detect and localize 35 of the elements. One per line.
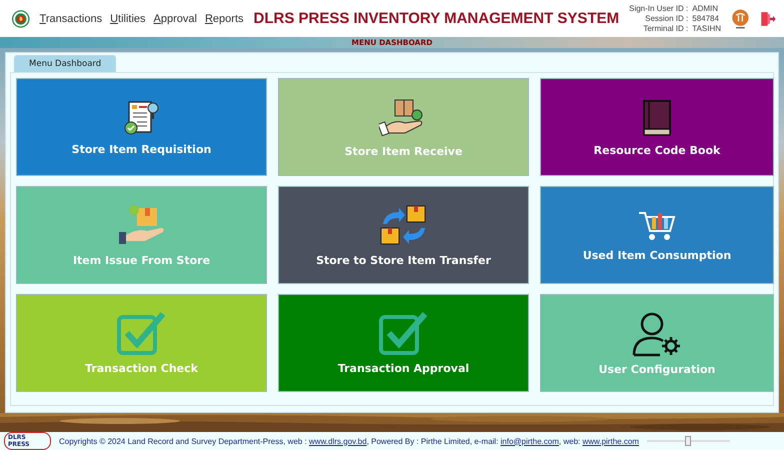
checkbox-icon <box>378 312 430 356</box>
menu-item[interactable]: Utilities <box>110 12 146 24</box>
tile-label: Transaction Check <box>85 362 198 374</box>
tile-label: Resource Code Book <box>594 144 720 156</box>
menu-tile[interactable]: Transaction Approval <box>278 294 529 392</box>
tile-label: Store to Store Item Transfer <box>316 254 491 266</box>
user-gear-icon <box>632 310 682 356</box>
session-value: ADMIN <box>692 4 720 14</box>
tile-label: User Configuration <box>598 362 716 376</box>
menu-item[interactable]: Approval <box>154 12 197 24</box>
session-label: Terminal ID : <box>642 24 688 34</box>
tile-label: Store Item Requisition <box>72 142 212 156</box>
tile-label: Transaction Approval <box>338 362 470 374</box>
app-title: DLRS PRESS INVENTORY MANAGEMENT SYSTEM <box>254 10 620 27</box>
session-label: Session ID : <box>644 14 688 24</box>
tile-label: Used Item Consumption <box>582 248 732 262</box>
session-value: 584784 <box>692 14 720 24</box>
session-value: TASIHN <box>692 24 721 34</box>
tile-label: Store Item Receive <box>344 144 462 158</box>
tab[interactable]: Menu Dashboard <box>14 55 116 72</box>
menu-tile[interactable]: Used Item Consumption <box>540 186 774 284</box>
document-icon <box>122 98 160 136</box>
tile-label: Item Issue From Store <box>72 254 210 266</box>
checkbox-icon <box>116 312 168 356</box>
footer-link[interactable]: info@pirthe.com <box>500 436 559 446</box>
menu-tile[interactable]: Store to Store Item Transfer <box>278 186 529 284</box>
menu-tile[interactable]: Resource Code Book <box>540 78 774 176</box>
session-label: Sign-In User ID : <box>629 4 688 14</box>
footer-link[interactable]: www.pirthe.com <box>582 436 639 446</box>
menu-item[interactable]: Reports <box>204 12 244 24</box>
zoom-slider[interactable] <box>646 436 730 446</box>
footer-link[interactable]: www.dlrs.gov.bd <box>309 436 367 446</box>
menu-tile[interactable]: Store Item Requisition <box>16 78 267 176</box>
copyright-text: Copyrights © 2024 Land Record and Survey Department-Press, web : www.dlrs.gov.bd, Powered By : Pirthe Limited, e-mail: info@pirthe.com, web: www.pirthe.com <box>59 436 639 446</box>
menu-item[interactable]: Transactions <box>40 12 102 24</box>
